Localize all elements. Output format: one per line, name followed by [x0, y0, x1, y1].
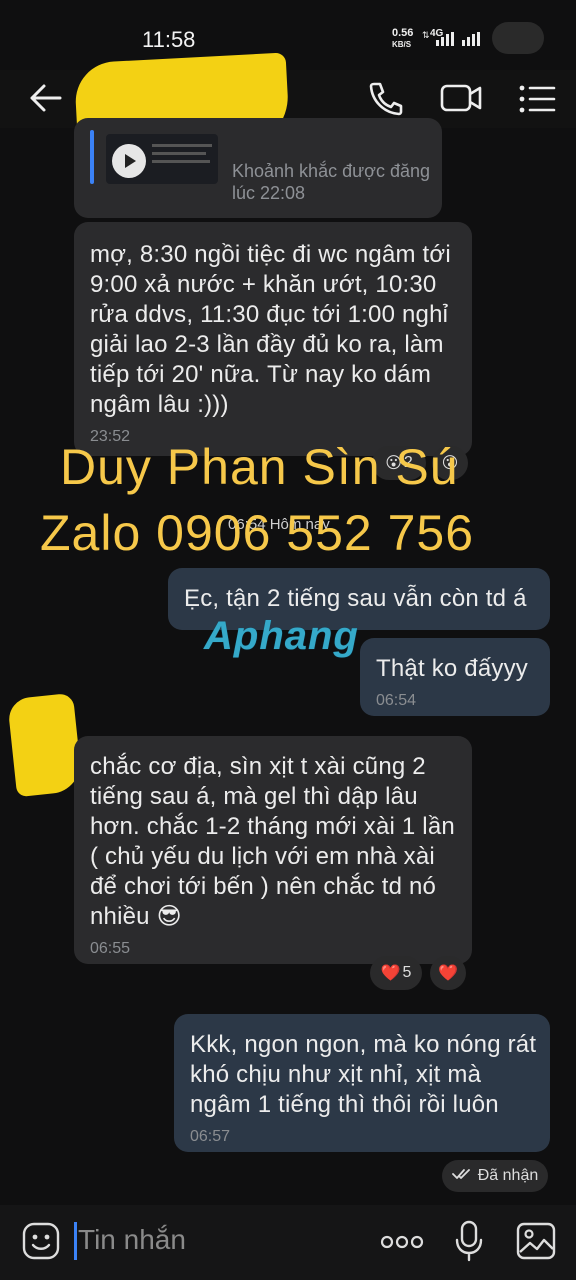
message-time: 06:55	[90, 940, 131, 957]
reaction-count-value: 5	[402, 964, 412, 981]
image-icon[interactable]	[516, 1222, 556, 1265]
message-text: mợ, 8:30 ngồi tiệc đi wc ngâm tới 9:00 x…	[90, 241, 451, 418]
watermark-brand: Aphang	[204, 614, 359, 658]
shared-post-caption: Khoảnh khắc được đăng lúc 22:08	[232, 161, 430, 203]
message-time: 06:54	[376, 692, 417, 709]
arrow-left-icon[interactable]	[28, 82, 64, 114]
video-camera-icon[interactable]	[440, 82, 484, 114]
message-text: Thật ko đấyyy	[376, 655, 529, 682]
reaction-count[interactable]: ❤️ 5	[370, 956, 422, 990]
battery-icon	[492, 22, 544, 54]
emoji-icon[interactable]	[22, 1222, 60, 1265]
message-text: Kkk, ngon ngon, mà ko nóng rát khó chịu …	[190, 1031, 537, 1118]
heart-icon: ❤️	[380, 965, 401, 982]
phone-icon[interactable]	[366, 80, 404, 116]
signal-icon-2	[462, 32, 480, 46]
redaction-mark	[7, 692, 83, 798]
message-text: Ẹc, tận 2 tiếng sau vẫn còn td á	[184, 585, 527, 612]
network-speed: 0.56 KB/S	[392, 28, 413, 50]
heart-icon: ❤️	[438, 965, 458, 982]
more-dots-icon[interactable]	[380, 1234, 424, 1255]
text-cursor	[74, 1222, 77, 1260]
delivery-status-chip: Đã nhận	[442, 1160, 548, 1192]
message-time: 06:57	[190, 1128, 231, 1145]
react-button[interactable]: ❤️	[430, 956, 466, 990]
list-menu-icon[interactable]	[518, 84, 556, 114]
watermark-line-1: Duy Phan Sìn Sú	[60, 439, 459, 495]
status-bar	[0, 0, 576, 70]
double-check-icon	[451, 1167, 472, 1185]
transfer-arrows-icon: ⇅	[422, 30, 430, 40]
message-input[interactable]: Tin nhắn	[78, 1224, 186, 1256]
network-speed-value: 0.56	[392, 27, 414, 39]
play-icon[interactable]	[112, 144, 146, 178]
story-accent-bar	[90, 130, 94, 184]
story-thumbnail[interactable]	[106, 134, 218, 184]
status-time: 11:58	[142, 27, 196, 52]
message-text: chắc cơ địa, sìn xịt t xài cũng 2 tiếng …	[90, 753, 455, 930]
watermark-line-2: Zalo 0906 552 756	[40, 505, 475, 561]
delivery-status-text: Đã nhận	[477, 1167, 539, 1184]
signal-icon	[436, 32, 454, 46]
microphone-icon[interactable]	[454, 1220, 484, 1267]
network-speed-unit: KB/S	[392, 40, 412, 49]
